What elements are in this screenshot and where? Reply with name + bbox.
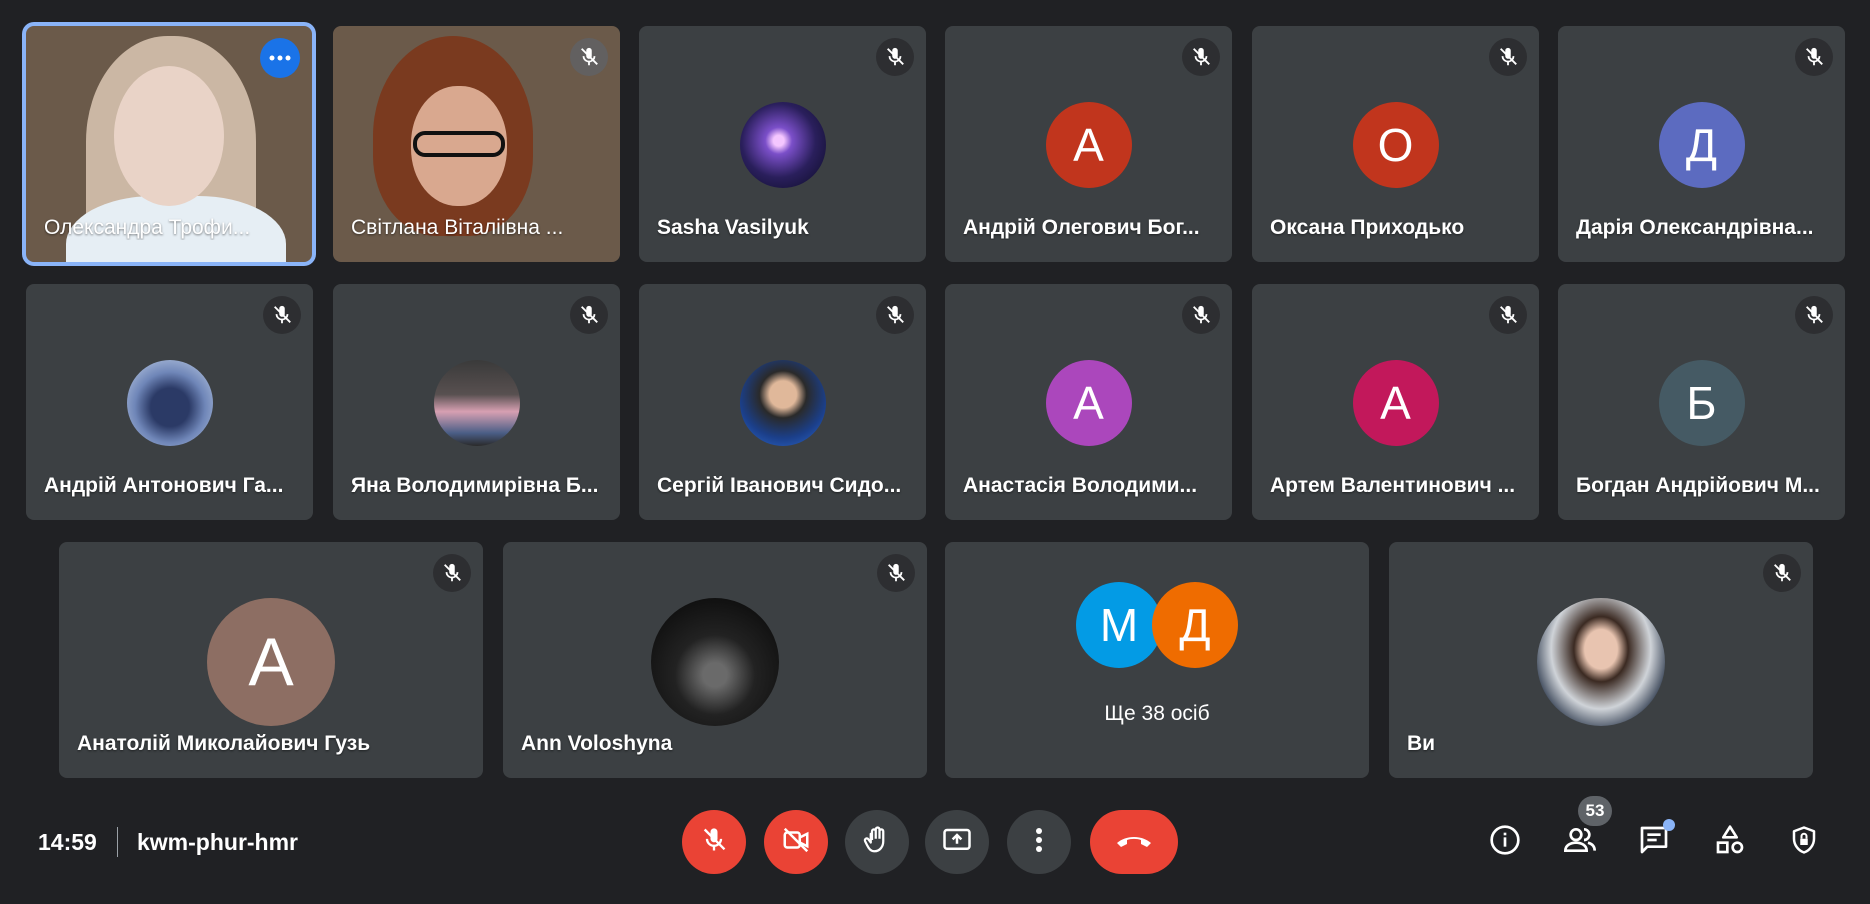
participant-name: Оксана Приходько xyxy=(1270,216,1465,239)
mic-off-icon xyxy=(1182,38,1220,76)
activities-button[interactable] xyxy=(1706,818,1754,866)
avatar: Д xyxy=(1152,582,1238,668)
avatar xyxy=(126,360,213,446)
activities-icon xyxy=(1714,824,1746,861)
participant-tile[interactable]: Ann Voloshyna xyxy=(503,542,927,778)
mic-off-icon xyxy=(263,296,301,334)
more-options-button[interactable] xyxy=(1007,810,1071,874)
video-feed xyxy=(114,66,224,206)
participant-name: Яна Володимирівна Б... xyxy=(351,474,599,497)
avatar xyxy=(739,102,826,188)
chat-notification-dot xyxy=(1663,819,1675,831)
participant-tile[interactable]: Д Дарія Олександрівна... xyxy=(1558,26,1845,262)
avatar-stack: М Д xyxy=(1076,582,1238,668)
meeting-code: kwm-phur-hmr xyxy=(137,829,298,855)
present-screen-button[interactable] xyxy=(925,810,989,874)
avatar: Д xyxy=(1658,102,1745,188)
mic-off-icon xyxy=(1795,38,1833,76)
camera-toggle-button[interactable] xyxy=(764,810,828,874)
avatar xyxy=(1537,598,1665,726)
participant-tile[interactable]: Яна Володимирівна Б... xyxy=(333,284,620,520)
host-controls-icon xyxy=(1789,824,1819,861)
leave-call-button[interactable] xyxy=(1090,810,1178,874)
clock: 14:59 xyxy=(38,829,97,855)
avatar: О xyxy=(1352,102,1439,188)
mic-off-icon xyxy=(1489,296,1527,334)
participant-tile[interactable]: А Андрій Олегович Бог... xyxy=(945,26,1232,262)
mic-off-icon xyxy=(1795,296,1833,334)
participant-tile[interactable]: А Анастасія Володими... xyxy=(945,284,1232,520)
participant-name: Сергій Іванович Сидо... xyxy=(657,474,902,497)
video-feed xyxy=(413,131,505,157)
mic-off-icon xyxy=(570,38,608,76)
meeting-details-button[interactable] xyxy=(1481,818,1529,866)
more-options-icon[interactable] xyxy=(260,38,300,78)
participant-count-badge: 53 xyxy=(1578,796,1612,826)
participant-tile[interactable]: А Анатолій Миколайович Гузь xyxy=(59,542,483,778)
avatar xyxy=(739,360,826,446)
raise-hand-button[interactable] xyxy=(845,810,909,874)
mic-off-icon xyxy=(1182,296,1220,334)
participant-name: Андрій Антонович Га... xyxy=(44,474,284,497)
mic-toggle-button[interactable] xyxy=(682,810,746,874)
call-end-icon xyxy=(1114,830,1154,855)
avatar: Б xyxy=(1658,360,1745,446)
present-screen-icon xyxy=(941,825,973,860)
participant-tile[interactable]: Світлана Віталіівна ... xyxy=(333,26,620,262)
participant-name: Анатолій Миколайович Гузь xyxy=(77,732,371,755)
participant-name: Ви xyxy=(1407,732,1436,755)
avatar: А xyxy=(1352,360,1439,446)
participant-name: Ann Voloshyna xyxy=(521,732,673,755)
host-controls-button[interactable] xyxy=(1780,818,1828,866)
mic-off-icon xyxy=(877,554,915,592)
divider xyxy=(117,827,118,857)
participant-name: Андрій Олегович Бог... xyxy=(963,216,1200,239)
self-tile[interactable]: Ви xyxy=(1389,542,1813,778)
mic-off-icon xyxy=(876,38,914,76)
raise-hand-icon xyxy=(862,825,892,860)
avatar: М xyxy=(1076,582,1162,668)
participant-name: Дарія Олександрівна... xyxy=(1576,216,1814,239)
mic-off-icon xyxy=(1763,554,1801,592)
more-participants-label: Ще 38 осіб xyxy=(1104,702,1210,725)
people-icon xyxy=(1562,824,1598,861)
participant-name: Артем Валентинович ... xyxy=(1270,474,1516,497)
videocam-off-icon xyxy=(781,825,811,860)
participant-tile[interactable]: Олександра Трофи... xyxy=(26,26,312,262)
mic-off-icon xyxy=(570,296,608,334)
avatar xyxy=(433,360,520,446)
avatar: А xyxy=(1045,102,1132,188)
info-icon xyxy=(1489,824,1521,861)
participant-tile[interactable]: О Оксана Приходько xyxy=(1252,26,1539,262)
participant-tile[interactable]: Сергій Іванович Сидо... xyxy=(639,284,926,520)
participant-tile[interactable]: Андрій Антонович Га... xyxy=(26,284,313,520)
mic-off-icon xyxy=(433,554,471,592)
participant-tile[interactable]: Б Богдан Андрійович М... xyxy=(1558,284,1845,520)
participant-name: Sasha Vasilyuk xyxy=(657,216,809,239)
participant-name: Світлана Віталіівна ... xyxy=(351,216,564,239)
more-vert-icon xyxy=(1035,827,1043,858)
avatar: А xyxy=(1045,360,1132,446)
participant-tile[interactable]: А Артем Валентинович ... xyxy=(1252,284,1539,520)
avatar xyxy=(651,598,779,726)
participant-name: Анастасія Володими... xyxy=(963,474,1198,497)
participant-name: Богдан Андрійович М... xyxy=(1576,474,1820,497)
mic-off-icon xyxy=(876,296,914,334)
participant-name: Олександра Трофи... xyxy=(44,216,251,239)
avatar: А xyxy=(207,598,335,726)
more-participants-tile[interactable]: М Д Ще 38 осіб xyxy=(945,542,1369,778)
participant-tile[interactable]: Sasha Vasilyuk xyxy=(639,26,926,262)
mic-off-icon xyxy=(1489,38,1527,76)
mic-off-icon xyxy=(700,826,728,859)
